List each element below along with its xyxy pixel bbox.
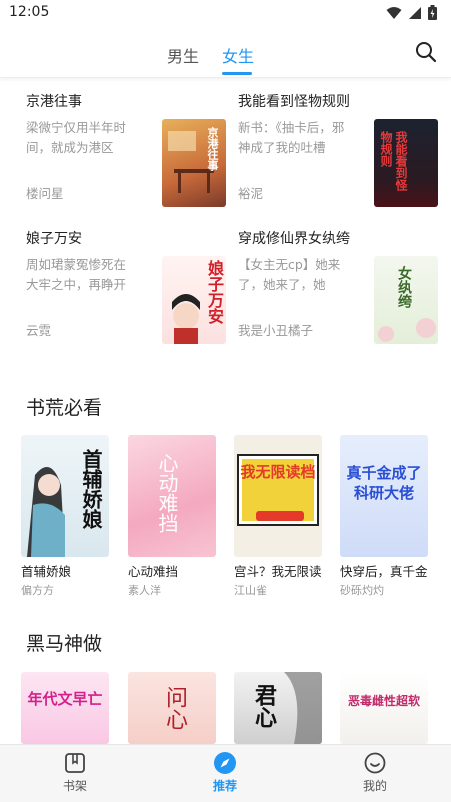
book-desc: 梁微宁仅用半年时间，就成为港区资... [26,120,127,155]
book-desc: 周如珺蒙冤惨死在大牢之中，再睁开眼... [26,257,127,292]
book-cover[interactable]: 娘子万安 [162,256,226,344]
book-cover[interactable]: 首辅娇娘 [21,435,109,557]
nav-label: 书架 [62,779,87,793]
book-card[interactable]: 心动难挡 心动难挡 素人洋 [128,435,216,598]
nav-bookshelf[interactable]: 书架 [45,751,105,794]
nav-label: 推荐 [212,779,237,793]
book-author: 楼问星 [26,186,64,201]
cover-title: 娘子万安 [205,260,224,324]
bookshelf-icon [63,751,87,775]
book-card[interactable]: 我无限读档 宫斗？我无限读档 江山雀 [234,435,322,598]
book-author: 砂砾灼灼 [340,584,384,597]
book-cover[interactable]: 问心 [128,672,216,744]
cover-title: 年代文早亡 [27,690,103,708]
book-cover[interactable]: 我无限读档 [234,435,322,557]
search-button[interactable] [415,41,437,63]
book-desc: 【女主无cp】她来了，她来了，她骑... [238,257,341,292]
wifi-icon [386,5,402,24]
book-card[interactable]: 问心 [128,672,216,744]
book-name: 首辅娇娘 [21,564,72,579]
book-cover[interactable]: 心动难挡 [128,435,216,557]
status-bar: 12:05 [0,0,451,26]
book-item[interactable]: 穿成修仙界女纨绔 【女主无cp】她来了，她来了，她骑... 我是小丑橘子 女纨绔 [238,228,438,353]
book-author: 素人洋 [128,584,161,597]
book-name: 心动难挡 [128,564,179,579]
book-card[interactable]: 首辅娇娘 首辅娇娘 偏方方 [21,435,109,598]
status-time: 12:05 [9,4,50,20]
book-title: 京港往事 [26,94,82,110]
active-tab-indicator [222,72,252,75]
book-name: 宫斗？我无限读档 [234,564,322,579]
book-cover[interactable]: 女纨绔 [374,256,438,344]
book-author: 偏方方 [21,584,54,597]
book-cover[interactable]: 恶毒雌性超软 [340,672,428,744]
book-item[interactable]: 我能看到怪物规则 新书：《抽卡后，邪神成了我的吐槽役... 裕泥 我能看到怪物规… [238,91,438,216]
book-card[interactable]: 恶毒雌性超软 [340,672,428,744]
book-desc: 新书：《抽卡后，邪神成了我的吐槽役... [238,120,345,155]
tab-male[interactable]: 男生 [167,43,199,67]
cover-title: 君心 [251,684,277,728]
cover-title: 问心 [162,686,187,730]
signal-icon [408,5,422,24]
cover-title: 我无限读档 [240,463,316,481]
book-item[interactable]: 京港往事 梁微宁仅用半年时间，就成为港区资... 楼问星 京港往事 [26,91,226,216]
section-title: 黑马神做 [26,633,103,655]
profile-smile-icon [363,751,387,775]
cover-title: 首辅娇娘 [79,449,103,529]
cover-title: 心动难挡 [155,453,179,533]
nav-mine[interactable]: 我的 [345,751,405,794]
nav-recommend[interactable]: 推荐 [195,751,255,794]
book-item[interactable]: 娘子万安 周如珺蒙冤惨死在大牢之中，再睁开眼... 云霓 娘子万安 [26,228,226,353]
book-title: 我能看到怪物规则 [238,94,350,110]
book-card[interactable]: 真千金成了科研大佬 快穿后，真千金成了科研大佬 砂砾灼灼 [340,435,428,598]
book-cover[interactable]: 君心 [234,672,322,744]
book-title: 娘子万安 [26,231,82,247]
top-tab-bar: 男生 女生 [0,26,451,78]
book-card[interactable]: 年代文早亡 [21,672,109,744]
book-author: 我是小丑橘子 [238,323,314,338]
cover-title: 女纨绔 [396,266,412,308]
section-title: 书荒必看 [26,397,103,419]
cover-title: 京港往事 [206,127,219,171]
battery-icon [428,5,437,24]
book-cover[interactable]: 年代文早亡 [21,672,109,744]
search-icon [416,42,437,63]
cover-title: 恶毒雌性超软 [347,694,420,708]
tab-female[interactable]: 女生 [222,43,254,67]
book-title: 穿成修仙界女纨绔 [238,231,350,247]
book-cover[interactable]: 京港往事 [162,119,226,207]
book-author: 江山雀 [234,584,267,597]
compass-icon [213,751,237,775]
nav-label: 我的 [362,779,387,793]
book-cover[interactable]: 真千金成了科研大佬 [340,435,428,557]
book-card[interactable]: 君心 [234,672,322,744]
book-cover[interactable]: 我能看到怪物规则 [374,119,438,207]
cover-title: 真千金成了科研大佬 [346,464,422,502]
book-author: 裕泥 [238,186,264,201]
book-name: 快穿后，真千金成了科研大佬 [340,564,428,579]
cover-title: 我能看到怪物规则 [379,131,408,191]
book-author: 云霓 [26,323,52,338]
bottom-nav: 书架 推荐 我的 [0,744,451,802]
